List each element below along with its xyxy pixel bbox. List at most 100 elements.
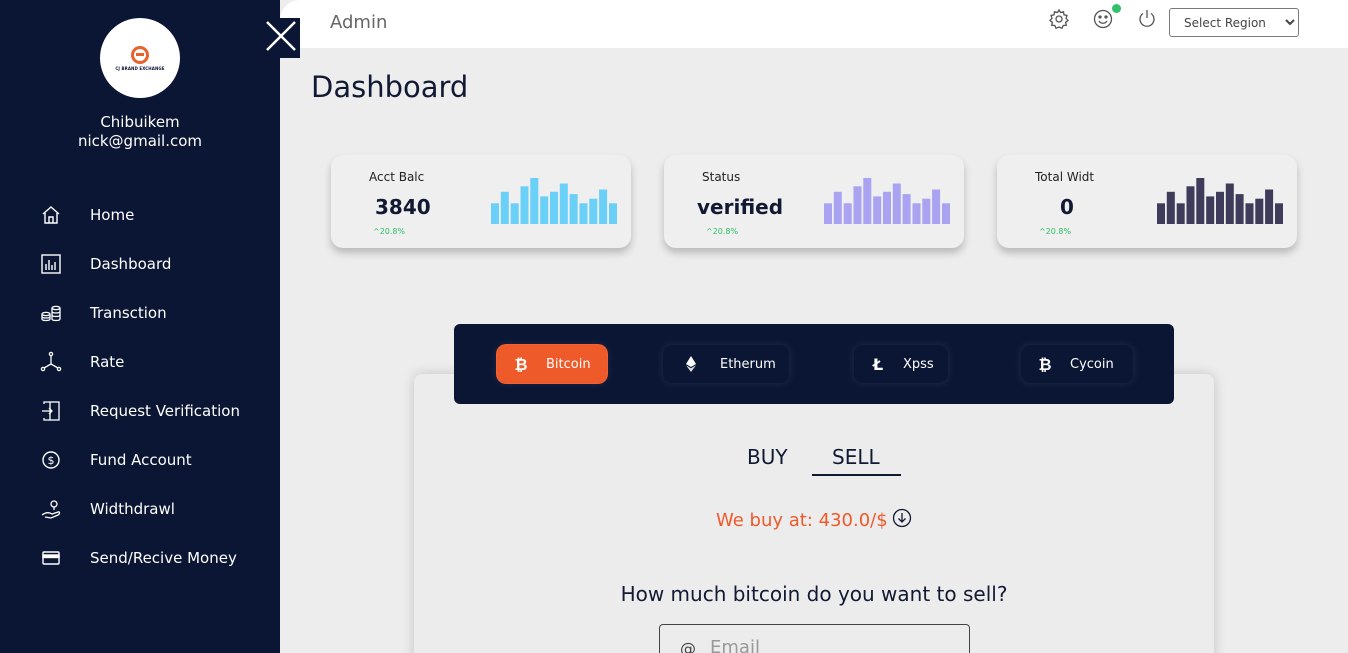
card-icon — [40, 547, 62, 569]
home-icon — [40, 204, 62, 226]
sparkline-bar — [530, 178, 539, 224]
sparkline-bar — [824, 203, 832, 224]
coin-tab-xpss[interactable]: Ł Xpss — [853, 344, 949, 384]
sparkline-bar — [1235, 194, 1244, 224]
sparkline-bar — [892, 183, 901, 224]
input-placeholder: Email — [710, 637, 760, 653]
svg-text:₿: ₿ — [1038, 355, 1051, 373]
coin-selector: ₿ Bitcoin Etherum Ł Xpss ₿ Cycoin — [454, 324, 1174, 404]
sparkline-bar — [559, 183, 568, 224]
stat-card-sparkline — [491, 178, 617, 224]
sidebar-item-rate[interactable]: Rate — [0, 337, 280, 386]
sparkline-bar — [1245, 203, 1254, 224]
sparkline-bar — [1255, 198, 1264, 224]
sidebar: CJ BRAND EXCHANGE Chibuikem nick@gmail.c… — [0, 0, 280, 653]
svg-text:$: $ — [48, 454, 55, 467]
sidebar-item-withdrawal[interactable]: Widthdrawl — [0, 484, 280, 533]
buy-rate-text: We buy at: 430.0/$ — [716, 510, 888, 531]
sparkline-bar — [1275, 203, 1283, 224]
sparkline-bar — [1186, 186, 1195, 224]
sidebar-item-label: Dashboard — [90, 254, 172, 273]
stat-card-label: Status — [702, 170, 741, 184]
stat-card-label: Acct Balc — [369, 170, 425, 184]
stat-card-balance: Acct Balc 3840 ^20.8% — [331, 155, 631, 248]
sparkline-bar — [1157, 203, 1165, 224]
avatar[interactable]: CJ BRAND EXCHANGE — [100, 18, 180, 98]
sidebar-item-send-receive-money[interactable]: Send/Recive Money — [0, 533, 280, 582]
bitcoin-icon: ₿ — [512, 355, 530, 373]
sidebar-item-label: Widthdrawl — [90, 499, 175, 518]
user-name: Chibuikem — [100, 113, 180, 131]
sidebar-item-label: Rate — [90, 352, 125, 371]
tab-sell[interactable]: SELL — [832, 445, 880, 469]
door-icon — [40, 400, 62, 422]
sparkline-bar — [491, 203, 499, 224]
user-email: nick@gmail.com — [77, 132, 203, 150]
sparkline-bar — [1225, 183, 1234, 224]
stat-card-change: ^20.8% — [1039, 227, 1072, 236]
sparkline-bar — [912, 203, 921, 224]
tab-buy[interactable]: BUY — [747, 445, 788, 469]
sidebar-item-label: Fund Account — [90, 450, 192, 469]
sparkline-bar — [1206, 196, 1215, 224]
coin-tab-cycoin[interactable]: ₿ Cycoin — [1020, 344, 1134, 384]
sidebar-item-label: Request Verification — [90, 401, 240, 420]
active-tab-indicator — [812, 474, 901, 476]
stat-card-sparkline — [824, 178, 950, 224]
stat-card-total-withdrawal: Total Widt 0 ^20.8% — [997, 155, 1297, 248]
close-sidebar-button[interactable] — [262, 18, 300, 58]
stat-card-status: Status verified ^20.8% — [664, 155, 964, 248]
sparkline-bar — [1166, 191, 1175, 224]
dollar-icon: $ — [40, 449, 62, 471]
stat-card-label: Total Widt — [1035, 170, 1095, 184]
coin-tab-bitcoin[interactable]: ₿ Bitcoin — [496, 344, 608, 384]
stat-card-change: ^20.8% — [373, 227, 406, 236]
gear-icon[interactable] — [1048, 8, 1070, 30]
sparkline-bar — [500, 191, 509, 224]
coin-tab-label: Etherum — [720, 356, 776, 372]
online-status-dot — [1112, 4, 1121, 13]
amount-input[interactable]: @ Email — [659, 624, 970, 653]
region-select[interactable]: Select Region — [1169, 8, 1299, 37]
coin-tab-label: Cycoin — [1070, 356, 1114, 372]
sidebar-nav: Home Dashboard Transction Rate Request V… — [0, 190, 280, 582]
sparkline-bar — [922, 198, 931, 224]
sell-amount-question: How much bitcoin do you want to sell? — [620, 582, 1008, 606]
stat-card-value: verified — [697, 195, 784, 219]
stat-card-value: 3840 — [375, 195, 431, 219]
stat-card-value: 0 — [1060, 195, 1074, 219]
sidebar-item-label: Home — [90, 205, 135, 224]
sidebar-item-fund-account[interactable]: $ Fund Account — [0, 435, 280, 484]
sidebar-item-label: Transction — [90, 303, 167, 322]
sidebar-item-request-verification[interactable]: Request Verification — [0, 386, 280, 435]
sparkline-bar — [863, 178, 872, 224]
network-icon — [40, 351, 62, 373]
sparkline-bar — [599, 189, 608, 224]
power-icon[interactable] — [1136, 8, 1158, 30]
input-prefix: @ — [680, 639, 696, 653]
sidebar-item-dashboard[interactable]: Dashboard — [0, 239, 280, 288]
sparkline-bar — [883, 191, 891, 224]
chart-icon — [40, 253, 62, 275]
coins-icon — [40, 302, 62, 324]
litecoin-icon: Ł — [869, 355, 887, 373]
brand-logo-icon — [131, 45, 149, 64]
topbar-title: Admin — [330, 12, 388, 33]
sidebar-item-home[interactable]: Home — [0, 190, 280, 239]
sparkline-bar — [579, 203, 588, 224]
coin-tab-label: Xpss — [903, 356, 934, 372]
sparkline-bar — [589, 198, 598, 224]
svg-text:Ł: Ł — [872, 355, 883, 373]
coin-tab-etherum[interactable]: Etherum — [662, 344, 790, 384]
smiley-icon[interactable] — [1092, 8, 1114, 30]
arrow-down-circle-icon[interactable] — [892, 508, 912, 528]
bitcoin-icon: ₿ — [1036, 355, 1054, 373]
sparkline-bar — [942, 203, 950, 224]
sidebar-item-transaction[interactable]: Transction — [0, 288, 280, 337]
sparkline-bar — [873, 196, 882, 224]
sparkline-bar — [510, 203, 519, 224]
sparkline-bar — [843, 203, 852, 224]
sparkline-bar — [1196, 178, 1205, 224]
sparkline-bar — [902, 194, 911, 224]
sparkline-bar — [853, 186, 862, 224]
